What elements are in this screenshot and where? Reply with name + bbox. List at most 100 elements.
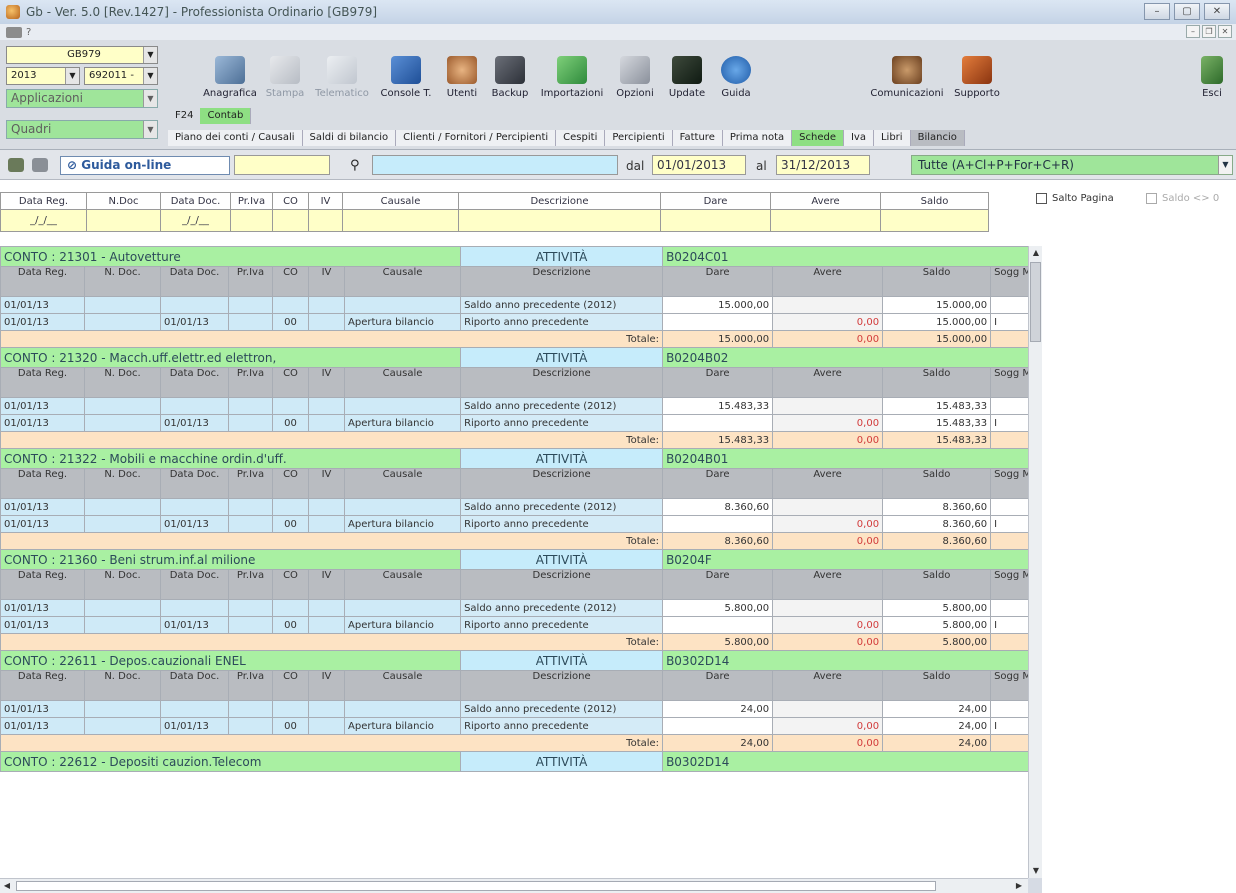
cell-avere[interactable]: 0,00 [772, 515, 884, 533]
cell-pr-iva[interactable] [228, 700, 273, 718]
cell-avere[interactable] [772, 599, 884, 617]
filter-n-doc[interactable] [86, 209, 161, 232]
cell-descrizione[interactable]: Riporto anno precedente [460, 616, 664, 634]
tab-clienti-fornitori[interactable]: Clienti / Fornitori / Percipienti [396, 130, 557, 146]
cell-descrizione[interactable]: Saldo anno precedente (2012) [460, 296, 664, 314]
cell-data-doc[interactable] [160, 498, 229, 516]
cell-descrizione[interactable]: Saldo anno precedente (2012) [460, 700, 664, 718]
cell-co[interactable] [272, 296, 309, 314]
tab-fatture[interactable]: Fatture [672, 130, 723, 146]
cell-descrizione[interactable]: Saldo anno precedente (2012) [460, 498, 664, 516]
cell-data-doc[interactable] [160, 397, 229, 415]
cell-dare[interactable] [662, 717, 774, 735]
saldo-diff-checkbox[interactable]: Saldo <> 0 [1146, 193, 1219, 204]
date-from-input[interactable]: 01/01/2013 [652, 155, 746, 175]
date-to-input[interactable]: 31/12/2013 [776, 155, 870, 175]
cell-data-doc[interactable]: 01/01/13 [160, 313, 229, 331]
cell-descrizione[interactable]: Riporto anno precedente [460, 414, 664, 432]
cell-sogg[interactable] [990, 296, 1030, 314]
cell-avere[interactable]: 0,00 [772, 313, 884, 331]
cell-avere[interactable] [772, 296, 884, 314]
cell-causale[interactable] [343, 397, 462, 415]
cell-data-doc[interactable]: 01/01/13 [160, 515, 229, 533]
cell-causale[interactable] [343, 700, 462, 718]
cell-iv[interactable] [308, 414, 345, 432]
cell-saldo[interactable]: 24,00 [882, 717, 992, 735]
cell-causale[interactable] [343, 498, 462, 516]
cell-co[interactable] [272, 397, 309, 415]
cell-descrizione[interactable]: Riporto anno precedente [460, 313, 664, 331]
account-selector[interactable]: 692011 - ▼ [84, 67, 158, 85]
cell-descrizione[interactable]: Saldo anno precedente (2012) [460, 397, 664, 415]
cell-dare[interactable]: 24,00 [662, 700, 774, 718]
cell-saldo[interactable]: 8.360,60 [882, 498, 992, 516]
cell-iv[interactable] [308, 498, 345, 516]
tab-bilancio[interactable]: Bilancio [910, 130, 965, 146]
console-button[interactable]: Console T. [374, 46, 438, 102]
cell-dare[interactable] [662, 515, 774, 533]
mdi-close-button[interactable]: ✕ [1218, 25, 1232, 38]
cell-avere[interactable]: 0,00 [772, 717, 884, 735]
cell-data-reg[interactable]: 01/01/13 [0, 515, 85, 533]
cell-n-doc[interactable] [84, 515, 161, 533]
cell-co[interactable]: 00 [272, 414, 309, 432]
chevron-down-icon[interactable]: ▼ [1218, 156, 1232, 174]
chevron-down-icon[interactable]: ▼ [143, 47, 157, 63]
cell-co[interactable]: 00 [272, 616, 309, 634]
cell-sogg[interactable] [990, 397, 1030, 415]
cell-data-doc[interactable] [160, 599, 229, 617]
supporto-button[interactable]: Supporto [950, 46, 1004, 102]
cell-dare[interactable]: 8.360,60 [662, 498, 774, 516]
applicazioni-selector[interactable]: Applicazioni ▼ [6, 89, 158, 108]
cell-saldo[interactable]: 15.483,33 [882, 414, 992, 432]
cell-n-doc[interactable] [84, 599, 161, 617]
folder-icon[interactable] [6, 26, 22, 38]
cell-pr-iva[interactable] [228, 498, 273, 516]
cell-n-doc[interactable] [84, 313, 161, 331]
cell-dare[interactable]: 15.483,33 [662, 397, 774, 415]
cell-saldo[interactable]: 5.800,00 [882, 599, 992, 617]
year-selector[interactable]: 2013 ▼ [6, 67, 80, 85]
cell-data-reg[interactable]: 01/01/13 [0, 313, 85, 331]
backup-button[interactable]: Backup [486, 46, 534, 102]
cell-n-doc[interactable] [84, 397, 161, 415]
cell-pr-iva[interactable] [228, 296, 273, 314]
cell-sogg[interactable]: I [990, 717, 1030, 735]
cell-pr-iva[interactable] [228, 717, 273, 735]
scroll-right-icon[interactable]: ▶ [1012, 879, 1026, 893]
cell-co[interactable] [272, 498, 309, 516]
cell-n-doc[interactable] [84, 296, 161, 314]
tab-contabilita[interactable]: Contab [200, 108, 252, 124]
cell-descrizione[interactable]: Saldo anno precedente (2012) [460, 599, 664, 617]
cell-n-doc[interactable] [84, 717, 161, 735]
comunicazioni-button[interactable]: Comunicazioni [866, 46, 948, 102]
cell-descrizione[interactable]: Riporto anno precedente [460, 717, 664, 735]
scroll-down-icon[interactable]: ▼ [1029, 864, 1043, 878]
cell-causale[interactable]: Apertura bilancio [343, 414, 462, 432]
scroll-up-icon[interactable]: ▲ [1029, 246, 1043, 260]
cell-dare[interactable] [662, 313, 774, 331]
cell-n-doc[interactable] [84, 414, 161, 432]
cell-avere[interactable] [772, 498, 884, 516]
cell-sogg[interactable]: I [990, 616, 1030, 634]
cell-causale[interactable]: Apertura bilancio [343, 616, 462, 634]
cell-pr-iva[interactable] [228, 515, 273, 533]
filter-pr-iva[interactable] [230, 209, 273, 232]
minimize-button[interactable]: – [1144, 3, 1170, 20]
vertical-scrollbar[interactable]: ▲ ▼ [1028, 246, 1042, 878]
tab-percipienti[interactable]: Percipienti [605, 130, 673, 146]
horizontal-scrollbar[interactable]: ◀ ▶ [0, 878, 1028, 893]
tab-schede[interactable]: Schede [792, 130, 844, 146]
cell-iv[interactable] [308, 515, 345, 533]
cell-avere[interactable] [772, 397, 884, 415]
cell-co[interactable]: 00 [272, 313, 309, 331]
search-code-input[interactable] [234, 155, 330, 175]
cell-iv[interactable] [308, 397, 345, 415]
cell-dare[interactable]: 15.000,00 [662, 296, 774, 314]
tab-piano-conti[interactable]: Piano dei conti / Causali [168, 130, 303, 146]
cell-pr-iva[interactable] [228, 599, 273, 617]
maximize-button[interactable]: ▢ [1174, 3, 1200, 20]
cell-saldo[interactable]: 15.000,00 [882, 313, 992, 331]
filter-avere[interactable] [770, 209, 881, 232]
cell-data-reg[interactable]: 01/01/13 [0, 397, 85, 415]
